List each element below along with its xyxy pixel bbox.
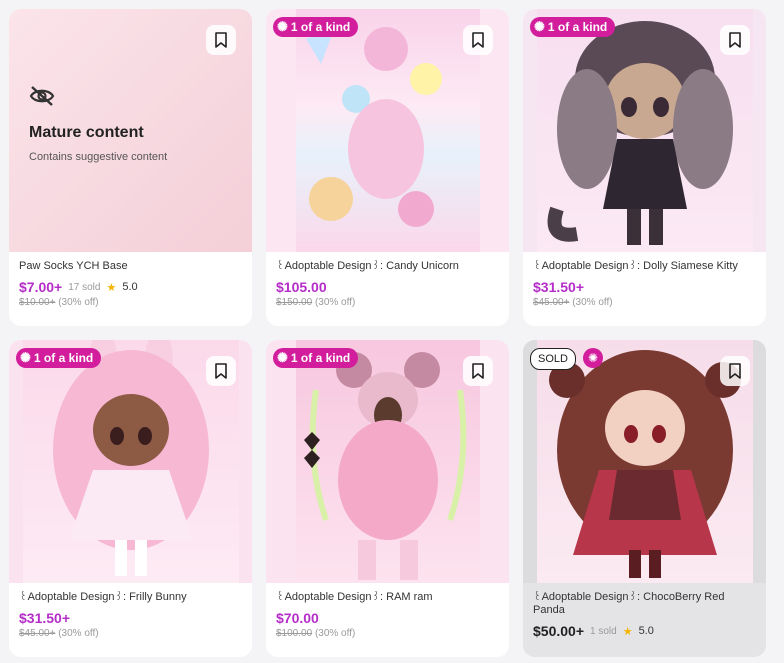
original-price: $100.00 [276,628,313,639]
star-icon: ★ [106,281,117,294]
bookmark-button[interactable] [463,25,493,55]
original-price: $150.00 [276,297,313,308]
bookmark-button[interactable] [720,356,750,386]
original-price: $45.00+ [19,628,56,639]
sparkle-icon: ✺ [20,350,31,365]
sparkle-icon: ✺ [534,19,545,34]
card-info: ꒰Adoptable Design꒱: RAM ram $70.00 $100.… [266,583,509,649]
discount-label: (30% off) [58,297,99,308]
product-card[interactable]: ✺ 1 of a kind ꒰Adoptable Design꒱: RAM ra… [266,340,509,657]
eye-slash-icon [29,86,55,106]
product-title[interactable]: ꒰Adoptable Design꒱: RAM ram [276,591,499,604]
product-image[interactable]: ✺ 1 of a kind [266,340,509,583]
product-title[interactable]: ꒰Adoptable Design꒱: Frilly Bunny [19,591,242,604]
product-card[interactable]: ✺ 1 of a kind ꒰Adoptable Design꒱: Dolly … [523,9,766,326]
product-price: $50.00+ [533,623,584,639]
one-of-a-kind-badge: ✺ 1 of a kind [273,348,359,368]
original-price: $45.00+ [533,297,570,308]
sold-count: 17 sold [68,281,101,293]
sparkle-icon: ✺ [583,348,603,368]
mature-content-overlay[interactable]: Mature content Contains suggestive conte… [9,9,252,252]
card-info: ꒰Adoptable Design꒱: Candy Unicorn $105.0… [266,252,509,318]
artwork [306,24,442,227]
mature-title: Mature content [29,124,144,141]
one-of-a-kind-badge: ✺ 1 of a kind [273,17,359,37]
bookmark-button[interactable] [463,356,493,386]
bookmark-icon [215,32,227,48]
product-title[interactable]: Paw Socks YCH Base [19,260,242,273]
card-info: ꒰Adoptable Design꒱: Frilly Bunny $31.50+… [9,583,252,649]
product-title[interactable]: ꒰Adoptable Design꒱: Dolly Siamese Kitty [533,260,756,273]
product-image[interactable]: SOLD ✺ [523,340,766,583]
rating-value: 5.0 [122,281,138,293]
product-price: $31.50+ [19,610,70,626]
bookmark-button[interactable] [206,356,236,386]
product-price: $105.00 [276,279,327,295]
discount-label: (30% off) [314,628,356,639]
bookmark-icon [729,363,741,379]
product-image[interactable]: ✺ 1 of a kind [523,9,766,252]
one-of-a-kind-badge: ✺ 1 of a kind [530,17,616,37]
discount-label: (30% off) [572,297,613,308]
rating-value: 5.0 [638,625,654,637]
bookmark-button[interactable] [206,25,236,55]
bookmark-icon [215,363,227,379]
bookmark-icon [472,363,484,379]
sparkle-icon: ✺ [277,19,288,34]
bookmark-button[interactable] [720,25,750,55]
artwork [304,352,467,580]
product-card[interactable]: ✺ 1 of a kind ꒰Adoptable Design꒱: Frilly… [9,340,252,657]
bookmark-icon [472,32,484,48]
card-info: ꒰Adoptable Design꒱: ChocoBerry Red Panda… [523,583,766,649]
card-info: Paw Socks YCH Base $7.00+ 17 sold ★ 5.0 … [9,252,252,318]
product-card[interactable]: SOLD ✺ ꒰Adoptable Design꒱: ChocoBerry Re… [523,340,766,657]
sparkle-icon: ✺ [277,350,288,365]
star-icon: ★ [622,625,633,638]
mature-subtitle: Contains suggestive content [29,151,168,163]
sold-count: 1 sold [590,625,617,637]
bookmark-icon [729,32,741,48]
product-price: $70.00 [276,610,319,626]
product-price: $7.00+ [19,279,63,295]
discount-label: (30% off) [314,297,356,308]
card-info: ꒰Adoptable Design꒱: Dolly Siamese Kitty … [523,252,766,318]
one-of-a-kind-badge: ✺ 1 of a kind [16,348,102,368]
original-price: $10.00+ [19,297,56,308]
product-price: $31.50+ [533,279,584,295]
product-grid: Mature content Contains suggestive conte… [0,0,784,663]
discount-label: (30% off) [58,628,99,639]
product-card[interactable]: Mature content Contains suggestive conte… [9,9,252,326]
product-image[interactable]: ✺ 1 of a kind [266,9,509,252]
product-title[interactable]: ꒰Adoptable Design꒱: ChocoBerry Red Panda [533,591,756,617]
product-card[interactable]: ✺ 1 of a kind ꒰Adoptable Design꒱: Candy … [266,9,509,326]
product-image[interactable]: ✺ 1 of a kind [9,340,252,583]
product-title[interactable]: ꒰Adoptable Design꒱: Candy Unicorn [276,260,499,273]
sold-badge: SOLD [530,348,576,370]
